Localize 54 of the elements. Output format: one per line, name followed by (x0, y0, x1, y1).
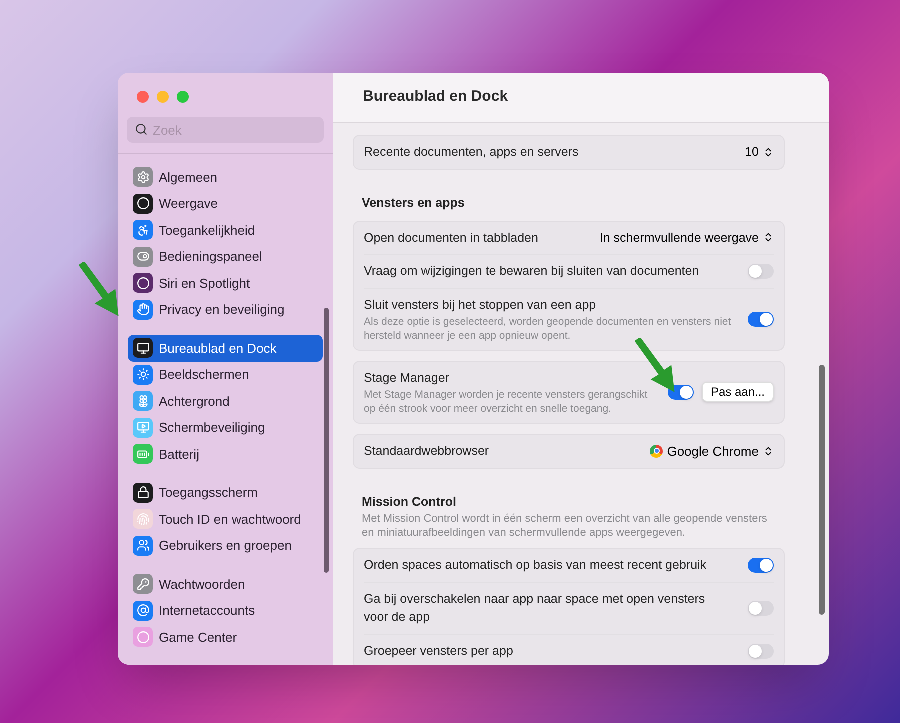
setting-label: Orden spaces automatisch op basis van meest recent gebruik (364, 556, 707, 574)
browser-logo-icon (650, 444, 664, 458)
sidebar-item[interactable]: Privacy en beveiliging (128, 296, 323, 323)
customize-button[interactable]: Pas aan... (702, 382, 774, 402)
setting-label: Open documenten in tabbladen (364, 230, 538, 247)
select-control[interactable]: In schermvullende weergave (600, 228, 774, 248)
toggle-switch[interactable] (748, 264, 774, 280)
sidebar-item[interactable]: Weergave (128, 190, 323, 217)
section-heading: Mission Control (362, 494, 458, 511)
browser-select[interactable]: Google Chrome (650, 442, 774, 461)
setting-label: Groepeer vensters per app (364, 643, 514, 660)
section-heading: Vensters en apps (362, 194, 466, 212)
sidebar-item[interactable]: Toegangsscherm (128, 480, 323, 506)
sidebar-item[interactable]: Beeldschermen (128, 362, 323, 388)
touchid-icon (133, 509, 153, 530)
sidebar-item[interactable]: Bureaublad en Dock (128, 335, 323, 362)
sidebar-item[interactable]: Gebruikers en groepen (128, 532, 323, 559)
chevrons-icon (763, 146, 774, 158)
toggle-switch[interactable] (748, 312, 774, 327)
sidebar-item[interactable]: Internetaccounts (128, 598, 323, 624)
setting-label: Stage Manager (364, 370, 450, 387)
setting-label: Vraag om wijzigingen te bewaren bij sluiten van documenten (364, 263, 700, 280)
sidebar-item[interactable]: Touch ID en wachtwoord (128, 506, 323, 532)
minimize-icon[interactable] (157, 91, 169, 103)
sidebar-item[interactable]: Toegankelijkheid (128, 217, 323, 244)
sidebar-item[interactable]: Schermbeveiliging (128, 414, 323, 441)
section-description: Met Mission Control wordt in één scherm een overzicht van alle geopende vensters en miniatuurafbeeldingen van schermvullende apps weergegeven. (362, 512, 768, 540)
close-icon[interactable] (137, 91, 149, 103)
maximize-icon[interactable] (177, 91, 189, 103)
setting-label: Recente documenten, apps en servers (364, 144, 579, 161)
stepper-control[interactable]: 10 (745, 143, 774, 162)
sidebar-item[interactable]: Bedieningspaneel (128, 244, 323, 270)
chevrons-icon (763, 446, 774, 457)
setting-description: Met Stage Manager worden je recente vensters gerangschikt op één strook voor meer overzicht en snelle toegang. (364, 388, 649, 416)
toggle-switch[interactable] (748, 644, 774, 659)
lock-icon (133, 482, 153, 503)
sidebar-item[interactable]: Algemeen (128, 164, 323, 190)
sidebar-item[interactable]: Game Center (128, 624, 323, 650)
window-title: Bureaublad en Dock (363, 87, 508, 108)
sidebar-item[interactable]: Achtergrond (128, 388, 323, 414)
search-icon (135, 123, 148, 136)
toggle-switch[interactable] (748, 600, 774, 616)
setting-label: Sluit vensters bij het stoppen van een app (364, 297, 598, 314)
chevrons-icon (763, 232, 774, 244)
setting-description: Als deze optie is geselecteerd, worden geopende documenten en vensters niet hersteld wanneer je een app opnieuw opent. (364, 314, 732, 343)
setting-label: Standaardwebbrowser (364, 442, 490, 460)
sidebar-item[interactable]: Wachtwoorden (128, 571, 323, 598)
users-icon (133, 536, 153, 556)
accessibility-icon (133, 220, 153, 240)
setting-label: Ga bij overschakelen naar app naar space met open vensters voor de app (364, 590, 706, 626)
sidebar-item[interactable]: Batterij (128, 441, 323, 468)
battery-icon (133, 444, 153, 464)
sidebar-item[interactable]: Siri en Spotlight (128, 270, 323, 296)
toggle-switch[interactable] (748, 558, 774, 573)
